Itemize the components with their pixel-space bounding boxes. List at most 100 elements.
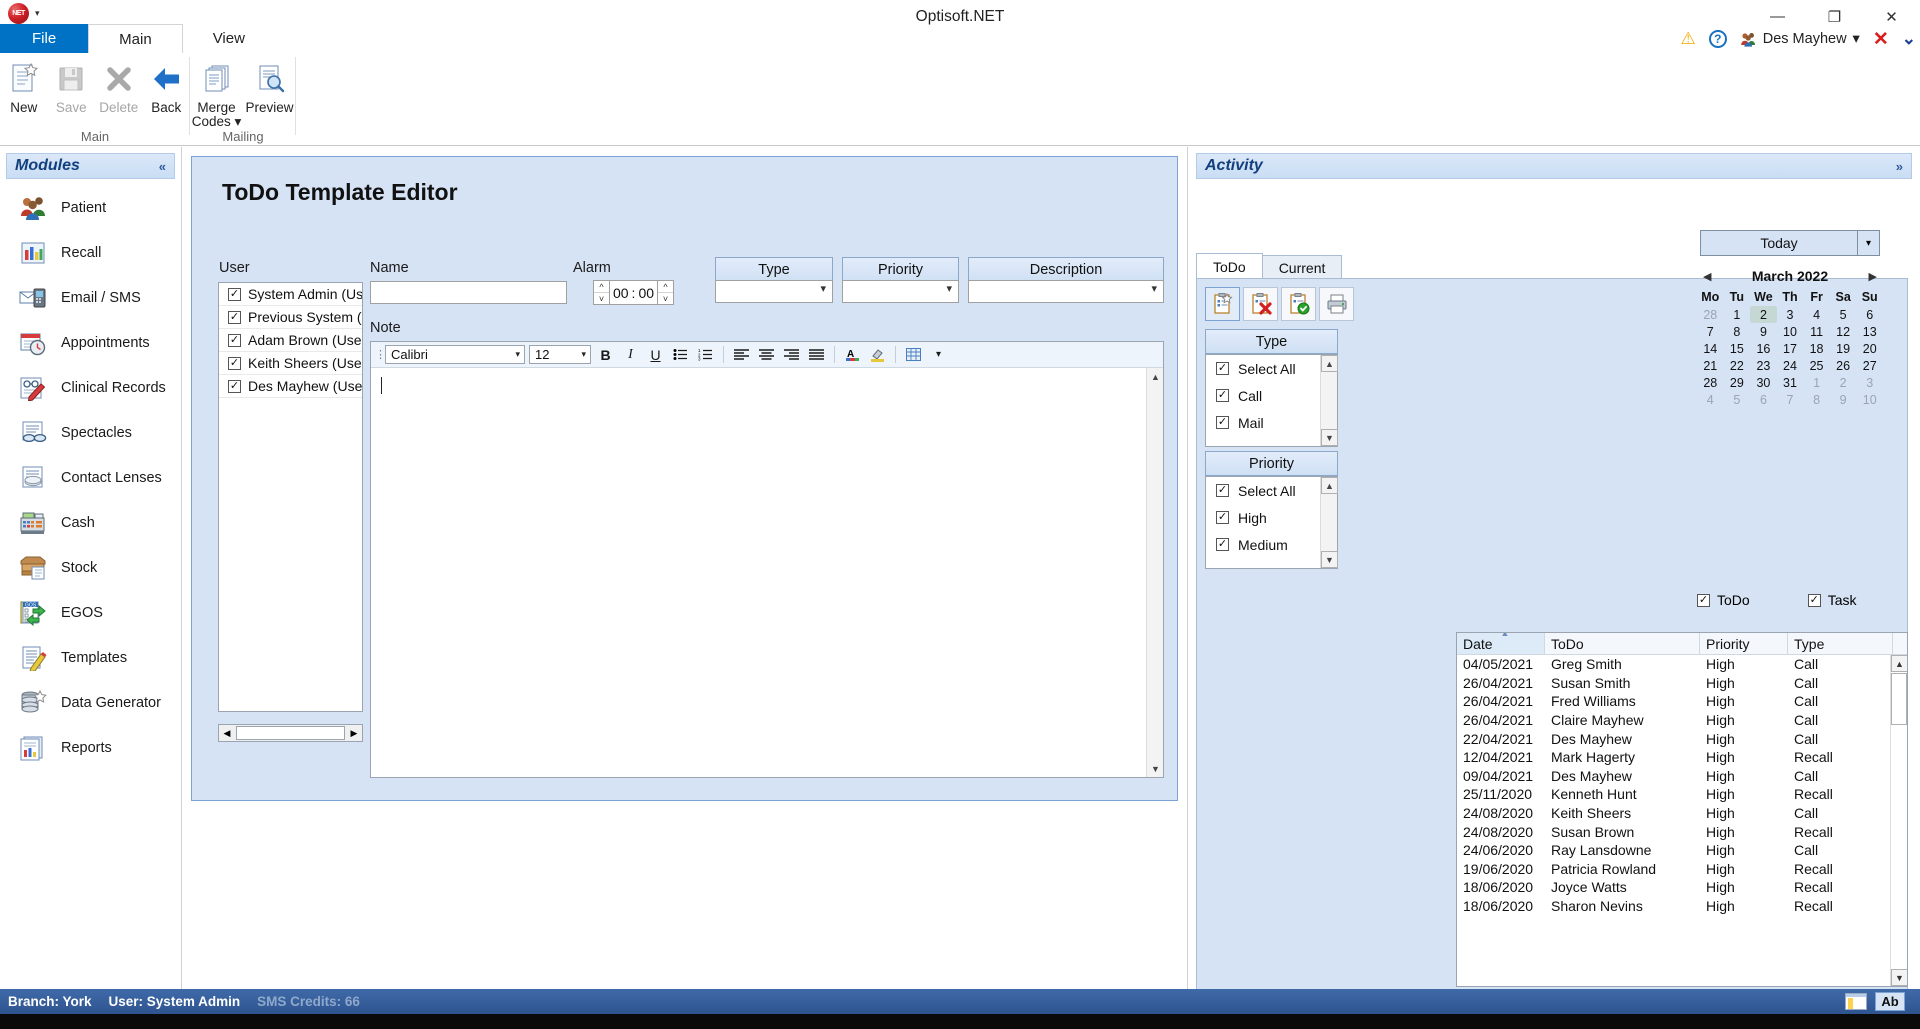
list-item[interactable]: ✓ High bbox=[1206, 504, 1337, 531]
table-row[interactable]: 24/06/2020 Ray Lansdowne High Call bbox=[1457, 841, 1907, 860]
preview-button[interactable]: Preview bbox=[243, 56, 296, 115]
checkbox-icon[interactable]: ✓ bbox=[1216, 511, 1229, 524]
activity-tab-strip[interactable]: ToDo Current bbox=[1196, 253, 1343, 280]
bold-button[interactable]: B bbox=[595, 344, 616, 365]
calendar-day-selected[interactable]: 2 bbox=[1750, 306, 1777, 323]
checkbox-icon[interactable]: ✓ bbox=[1216, 362, 1229, 375]
ribbon-tab-main[interactable]: Main bbox=[88, 24, 183, 54]
calendar-day[interactable]: 16 bbox=[1750, 340, 1777, 357]
calendar-day[interactable]: 9 bbox=[1750, 323, 1777, 340]
merge-codes-button[interactable]: Merge Codes ▾ bbox=[190, 56, 243, 129]
close-document-icon[interactable]: ✕ bbox=[1873, 28, 1889, 51]
table-icon[interactable] bbox=[903, 344, 924, 365]
align-center-icon[interactable] bbox=[756, 344, 777, 365]
calendar-day[interactable]: 6 bbox=[1856, 306, 1883, 323]
priority-filter-header[interactable]: Priority bbox=[1205, 451, 1338, 476]
calendar-prev-icon[interactable]: ◀ bbox=[1703, 270, 1711, 283]
type-select[interactable] bbox=[715, 280, 833, 303]
calendar-day[interactable]: 18 bbox=[1803, 340, 1830, 357]
calendar-day[interactable]: 4 bbox=[1697, 391, 1724, 408]
type-filter-header[interactable]: Type bbox=[1205, 329, 1338, 354]
calendar-day[interactable]: 13 bbox=[1856, 323, 1883, 340]
list-item[interactable]: ✓ Mail bbox=[1206, 409, 1337, 436]
checkbox-icon[interactable]: ✓ bbox=[1216, 416, 1229, 429]
todo-toggle[interactable]: ✓ ToDo bbox=[1697, 592, 1750, 608]
today-dropdown-caret-icon[interactable]: ▾ bbox=[1857, 231, 1879, 255]
ribbon-tab-view[interactable]: View bbox=[183, 24, 275, 54]
checkbox-icon[interactable]: ✓ bbox=[1216, 538, 1229, 551]
back-button[interactable]: Back bbox=[143, 56, 191, 115]
calendar-day[interactable]: 6 bbox=[1750, 391, 1777, 408]
ribbon-tab-strip[interactable]: File Main View bbox=[0, 24, 1920, 54]
task-toggle[interactable]: ✓ Task bbox=[1807, 592, 1856, 608]
checkbox-icon[interactable]: ✓ bbox=[228, 333, 241, 347]
sidebar-item-stock[interactable]: Stock bbox=[0, 545, 181, 590]
calendar-day[interactable]: 23 bbox=[1750, 357, 1777, 374]
calendar-day[interactable]: 4 bbox=[1803, 306, 1830, 323]
calendar-day[interactable]: 22 bbox=[1724, 357, 1751, 374]
calendar-day[interactable]: 26 bbox=[1830, 357, 1857, 374]
calendar-day[interactable]: 2 bbox=[1830, 374, 1857, 391]
highlight-icon[interactable] bbox=[867, 344, 888, 365]
table-row[interactable]: 18/06/2020 Sharon Nevins High Recall bbox=[1457, 897, 1907, 916]
table-row[interactable]: 22/04/2021 Des Mayhew High Call bbox=[1457, 729, 1907, 748]
note-text-area[interactable]: ▲ ▼ bbox=[371, 368, 1163, 777]
description-select[interactable] bbox=[968, 280, 1164, 303]
scroll-up-icon[interactable]: ▲ bbox=[1321, 355, 1338, 372]
scroll-down-icon[interactable]: ▼ bbox=[1891, 969, 1907, 986]
sidebar-item-reports[interactable]: Reports bbox=[0, 725, 181, 770]
table-row[interactable]: 12/04/2021 Mark Hagerty High Recall bbox=[1457, 748, 1907, 767]
calendar-day[interactable]: 14 bbox=[1697, 340, 1724, 357]
list-item[interactable]: ✓ Select All bbox=[1206, 477, 1337, 504]
calendar-day[interactable]: 9 bbox=[1830, 391, 1857, 408]
user-checkbox-list[interactable]: ✓ System Admin (User) ✓ Previous System … bbox=[218, 282, 363, 712]
scrollbar-thumb[interactable] bbox=[1891, 673, 1907, 725]
sidebar-item-egos[interactable]: GOS EGOS bbox=[0, 590, 181, 635]
list-item[interactable]: ✓ Des Mayhew (User) bbox=[219, 375, 362, 398]
priority-filter-scrollbar[interactable]: ▲ ▼ bbox=[1320, 477, 1338, 568]
warning-icon[interactable]: ⚠ bbox=[1680, 29, 1695, 49]
calendar-day[interactable]: 1 bbox=[1803, 374, 1830, 391]
note-vertical-scrollbar[interactable]: ▲ ▼ bbox=[1146, 368, 1163, 777]
table-row[interactable]: 04/05/2021 Greg Smith High Call bbox=[1457, 655, 1907, 674]
checkbox-icon[interactable]: ✓ bbox=[228, 310, 241, 324]
list-item[interactable]: ✓ Call bbox=[1206, 382, 1337, 409]
calendar-grid[interactable]: Mo Tu We Th Fr Sa Su 28 1 2 3 4 5 6 7 8 … bbox=[1697, 287, 1883, 408]
scroll-down-icon[interactable]: ▼ bbox=[1147, 760, 1164, 777]
align-justify-icon[interactable] bbox=[806, 344, 827, 365]
scroll-right-icon[interactable]: ▶ bbox=[346, 725, 362, 741]
tab-todo[interactable]: ToDo bbox=[1196, 253, 1263, 280]
list-item[interactable]: ✓ Medium bbox=[1206, 531, 1337, 558]
underline-button[interactable]: U bbox=[645, 344, 666, 365]
table-caret-icon[interactable]: ▾ bbox=[928, 344, 949, 365]
collapse-ribbon-icon[interactable]: ⌄ bbox=[1902, 29, 1916, 49]
checkbox-icon[interactable]: ✓ bbox=[228, 379, 241, 393]
calendar-day[interactable]: 27 bbox=[1856, 357, 1883, 374]
calendar-day[interactable]: 1 bbox=[1724, 306, 1751, 323]
checkbox-icon[interactable]: ✓ bbox=[228, 287, 241, 301]
calendar-day[interactable]: 5 bbox=[1724, 391, 1751, 408]
list-item[interactable]: ✓ Previous System (Use bbox=[219, 306, 362, 329]
table-row[interactable]: 24/08/2020 Keith Sheers High Call bbox=[1457, 804, 1907, 823]
numbered-list-icon[interactable]: 123 bbox=[695, 344, 716, 365]
calendar-day[interactable]: 10 bbox=[1856, 391, 1883, 408]
font-size-select[interactable]: 12 ▾ bbox=[529, 345, 591, 364]
calendar-day[interactable]: 31 bbox=[1777, 374, 1804, 391]
new-button[interactable]: New bbox=[0, 56, 48, 115]
table-row[interactable]: 25/11/2020 Kenneth Hunt High Recall bbox=[1457, 785, 1907, 804]
list-item[interactable]: ✓ System Admin (User) bbox=[219, 283, 362, 306]
delete-button[interactable]: Delete bbox=[95, 56, 143, 115]
sidebar-item-clinical-records[interactable]: Clinical Records bbox=[0, 365, 181, 410]
current-user-menu[interactable]: Des Mayhew ▾ bbox=[1740, 31, 1860, 47]
calendar-day[interactable]: 30 bbox=[1750, 374, 1777, 391]
spin-down-icon[interactable]: ˅ bbox=[594, 293, 609, 304]
scroll-up-icon[interactable]: ▲ bbox=[1147, 368, 1164, 385]
calendar-day[interactable]: 17 bbox=[1777, 340, 1804, 357]
rich-text-toolbar[interactable]: ⋮ Calibri ▾ 12 ▾ B I U 1 2 3 A ▾ bbox=[371, 342, 1163, 368]
sidebar-item-cash[interactable]: Cash bbox=[0, 500, 181, 545]
delete-todo-button[interactable] bbox=[1243, 287, 1278, 321]
align-right-icon[interactable] bbox=[781, 344, 802, 365]
calendar-day[interactable]: 29 bbox=[1724, 374, 1751, 391]
italic-button[interactable]: I bbox=[620, 344, 641, 365]
calendar-day[interactable]: 7 bbox=[1777, 391, 1804, 408]
